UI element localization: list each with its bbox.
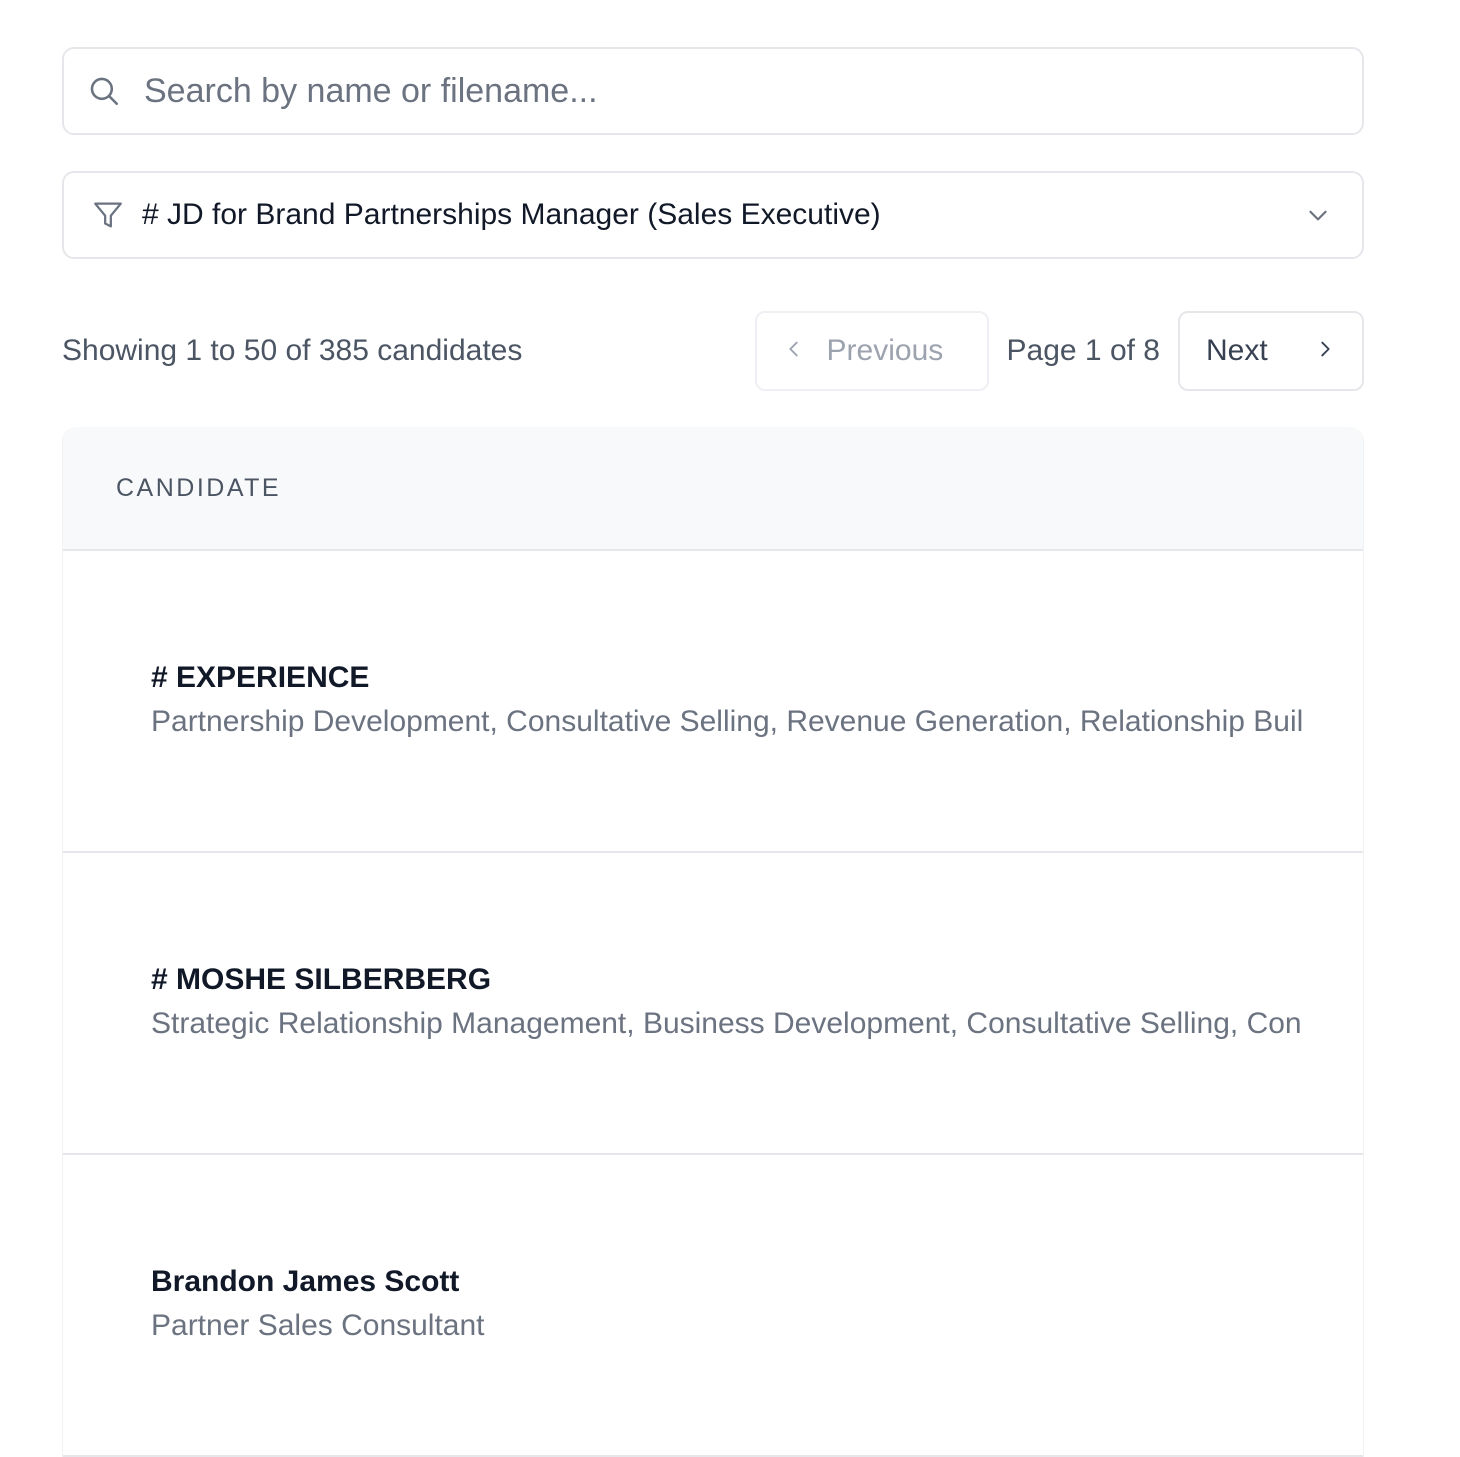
candidate-list-panel: # JD for Brand Partnerships Manager (Sal…	[62, 47, 1364, 1457]
candidate-name: # EXPERIENCE	[151, 661, 370, 694]
pagination-bar: Showing 1 to 50 of 385 candidates Previo…	[62, 311, 1364, 391]
chevron-right-icon	[1314, 334, 1336, 368]
results-count: Showing 1 to 50 of 385 candidates	[62, 334, 523, 367]
candidate-name: # MOSHE SILBERBERG	[151, 963, 492, 996]
table-row[interactable]: # MOSHE SILBERBERG Strategic Relationshi…	[63, 853, 1363, 1155]
next-button[interactable]: Next	[1178, 311, 1364, 391]
candidate-subtitle: Partner Sales Consultant	[151, 1309, 485, 1342]
chevron-left-icon	[783, 334, 805, 368]
previous-button[interactable]: Previous	[754, 311, 989, 391]
previous-label: Previous	[826, 334, 944, 367]
table-row[interactable]: # EXPERIENCE Partnership Development, Co…	[63, 551, 1363, 853]
table-header: CANDIDATE	[63, 427, 1363, 551]
column-header-candidate: CANDIDATE	[116, 473, 282, 502]
page-indicator: Page 1 of 8	[1006, 334, 1160, 367]
filter-icon	[90, 197, 126, 233]
search-bar[interactable]	[62, 47, 1364, 135]
candidate-table: CANDIDATE # EXPERIENCE Partnership Devel…	[62, 427, 1364, 1457]
table-row[interactable]: Brandon James Scott Partner Sales Consul…	[63, 1155, 1363, 1457]
next-label: Next	[1206, 334, 1268, 367]
chevron-down-icon	[1304, 201, 1332, 229]
search-icon	[86, 73, 122, 109]
candidate-name: Brandon James Scott	[151, 1265, 460, 1298]
candidate-subtitle: Partnership Development, Consultative Se…	[151, 705, 1304, 738]
filter-selected-value: # JD for Brand Partnerships Manager (Sal…	[142, 198, 881, 231]
search-input[interactable]	[144, 61, 1362, 121]
job-filter-dropdown[interactable]: # JD for Brand Partnerships Manager (Sal…	[62, 171, 1364, 259]
candidate-subtitle: Strategic Relationship Management, Busin…	[151, 1007, 1302, 1040]
